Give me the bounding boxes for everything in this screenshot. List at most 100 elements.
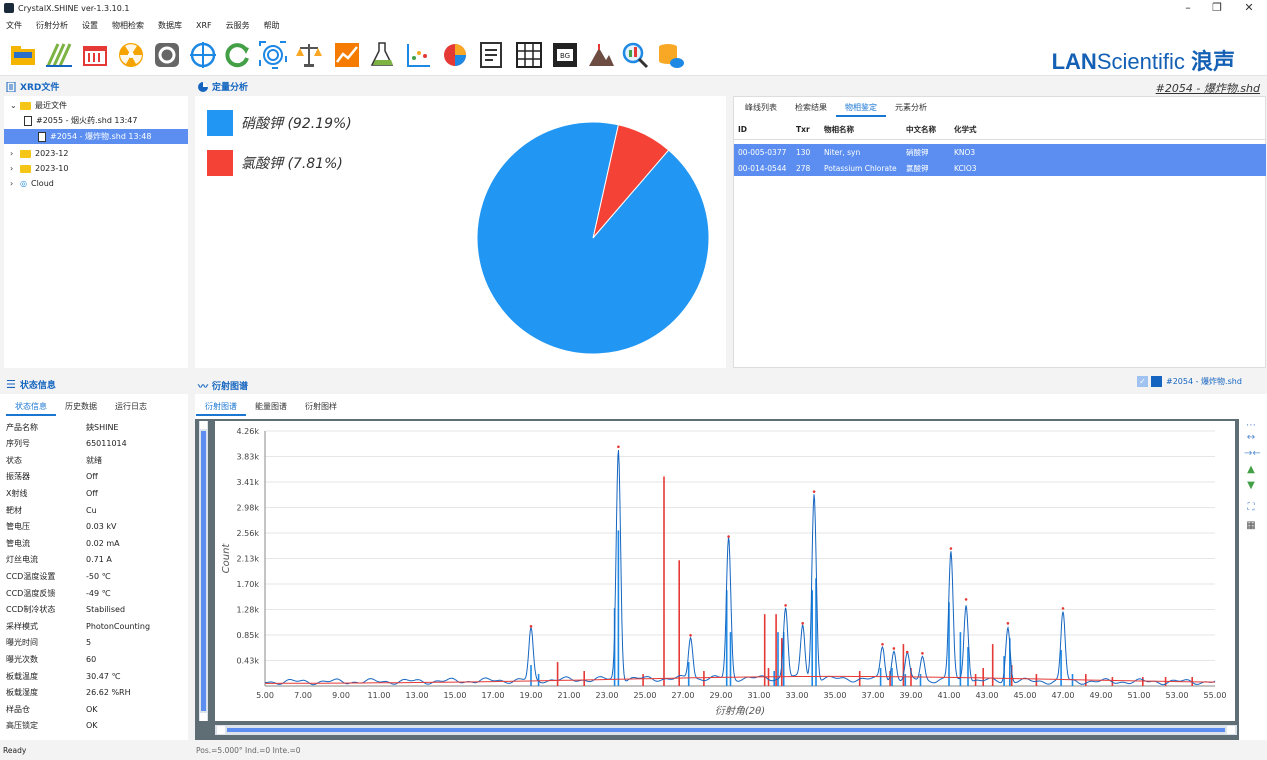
horizontal-scrollbar[interactable]: [215, 725, 1237, 735]
x-tick-label: 43.00: [976, 691, 999, 700]
gear-icon[interactable]: [152, 40, 182, 70]
x-tick-label: 51.00: [1128, 691, 1151, 700]
menu-settings[interactable]: 设置: [82, 20, 98, 31]
col-id[interactable]: ID: [734, 125, 792, 134]
tree-folder-2023-12[interactable]: › 2023-12: [10, 146, 186, 161]
peak-marker: [529, 625, 533, 628]
status-key: 样品仓: [6, 704, 30, 714]
y-tick-label: 2.13k: [237, 555, 260, 564]
status-value: PhotonCounting: [86, 621, 151, 631]
tab-diffraction-spectrum[interactable]: 衍射图谱: [196, 398, 246, 416]
scroll-handle-left[interactable]: [217, 726, 225, 734]
maximize-button[interactable]: ❐: [1204, 0, 1230, 16]
expand-x-icon[interactable]: ↔: [1244, 431, 1258, 445]
tab-energy-spectrum[interactable]: 能量图谱: [246, 398, 296, 416]
wave-icon: 〰: [198, 382, 208, 393]
status-value: 60: [86, 654, 97, 664]
tab-status-info[interactable]: 状态信息: [6, 398, 56, 416]
tab-search-results[interactable]: 检索结果: [786, 99, 836, 117]
refresh-icon[interactable]: [222, 40, 252, 70]
status-value: 26.62 %RH: [86, 688, 131, 698]
tree-folder-2023-10[interactable]: › 2023-10: [10, 161, 186, 176]
table-icon[interactable]: [514, 40, 544, 70]
status-key: 序列号: [6, 439, 30, 449]
menu-help[interactable]: 帮助: [264, 20, 280, 31]
status-value: -50 ℃: [86, 571, 111, 581]
scroll-handle-top[interactable]: [200, 421, 207, 429]
x-tick-label: 13.00: [406, 691, 429, 700]
minimize-button[interactable]: –: [1175, 0, 1201, 16]
tab-element-analysis[interactable]: 元素分析: [886, 99, 936, 117]
window-title: CrystalX.SHINE ver-1.3.10.1: [18, 3, 130, 13]
status-row: 靶材 Cu: [6, 502, 97, 518]
flask-icon[interactable]: [368, 40, 398, 70]
status-bar: Ready Pos.=5.000° Ind.=0 Inte.=0: [0, 742, 1267, 760]
ready-text: Ready: [3, 746, 27, 755]
tab-phase-identification[interactable]: 物相鉴定: [836, 99, 886, 117]
document-icon: [24, 115, 32, 126]
peak-marker: [1061, 607, 1065, 610]
bg-icon[interactable]: BG: [550, 40, 580, 70]
calendar-icon[interactable]: [80, 40, 110, 70]
shrink-x-icon[interactable]: →←: [1244, 447, 1261, 461]
x-tick-label: 47.00: [1052, 691, 1075, 700]
scroll-handle-bottom[interactable]: [200, 713, 207, 721]
line-chart-icon[interactable]: [332, 40, 362, 70]
status-value: 65011014: [86, 439, 127, 449]
database-cloud-icon[interactable]: [656, 40, 686, 70]
table-header: ID Txr 物相名称 中文名称 化学式: [734, 120, 1266, 140]
folder-icon: [20, 164, 31, 173]
quant-panel: 硝酸钾 (92.19%) 氯酸钾 (7.81%): [195, 96, 726, 368]
table-row[interactable]: 00-014-0544 278 Potassium Chlorate 氯酸钾 K…: [734, 160, 1266, 176]
tree-file-2054[interactable]: #2054 - 爆炸物.shd 13:48: [4, 129, 188, 144]
pie-icon[interactable]: [440, 40, 470, 70]
tree-recent-folder[interactable]: ⌄ 最近文件: [10, 98, 186, 113]
folder-icon: [20, 101, 31, 110]
folder-icon[interactable]: [8, 40, 38, 70]
x-tick-label: 53.00: [1166, 691, 1189, 700]
x-tick-label: 23.00: [596, 691, 619, 700]
col-txr[interactable]: Txr: [792, 125, 820, 134]
fingerprint-icon[interactable]: [258, 40, 288, 70]
vertical-scrollbar[interactable]: [199, 421, 208, 721]
magnifier-icon[interactable]: [620, 40, 650, 70]
fit-icon[interactable]: ⛶: [1244, 501, 1258, 515]
menu-diffraction[interactable]: 衍射分析: [36, 20, 68, 31]
tree-cloud[interactable]: › ◎ Cloud: [10, 176, 186, 191]
menu-cloud[interactable]: 云服务: [226, 20, 250, 31]
grid-toggle-icon[interactable]: ▦: [1244, 519, 1258, 533]
tab-history[interactable]: 历史数据: [56, 398, 106, 416]
balance-icon[interactable]: [294, 40, 324, 70]
tab-peak-list[interactable]: 峰线列表: [736, 99, 786, 117]
status-key: 振荡器: [6, 472, 30, 482]
grid-icon[interactable]: [44, 40, 74, 70]
scatter-icon[interactable]: [404, 40, 434, 70]
mountain-icon[interactable]: [586, 40, 616, 70]
table-row[interactable]: 00-005-0377 130 Niter, syn 硝酸钾 KNO3: [734, 144, 1266, 160]
tab-diffraction-pattern[interactable]: 衍射图样: [296, 398, 346, 416]
report-icon[interactable]: [476, 40, 506, 70]
status-key: CCD制冷状态: [6, 605, 56, 615]
menu-phase-search[interactable]: 物相检索: [112, 20, 144, 31]
scroll-track[interactable]: [201, 431, 206, 711]
tree-file-2055[interactable]: #2055 - 烟火药.shd 13:47: [24, 113, 184, 128]
scroll-handle-right[interactable]: [1227, 726, 1235, 734]
spectrum-legend[interactable]: ✓ #2054 - 爆炸物.shd: [1137, 376, 1242, 387]
result-tabs: 峰线列表 检索结果 物相鉴定 元素分析: [736, 99, 936, 117]
close-button[interactable]: ✕: [1236, 0, 1262, 16]
tab-run-log[interactable]: 运行日志: [106, 398, 156, 416]
scroll-track-h[interactable]: [227, 728, 1225, 732]
checkbox-icon[interactable]: ✓: [1137, 376, 1148, 387]
crosshair-icon[interactable]: [188, 40, 218, 70]
up-icon[interactable]: ▲: [1244, 463, 1258, 477]
col-phase-name[interactable]: 物相名称: [820, 124, 902, 135]
radiation-icon[interactable]: [116, 40, 146, 70]
menu-xrf[interactable]: XRF: [196, 21, 212, 30]
x-tick-label: 7.00: [294, 691, 312, 700]
down-icon[interactable]: ▼: [1244, 479, 1258, 493]
col-formula[interactable]: 化学式: [950, 124, 990, 135]
menu-file[interactable]: 文件: [6, 20, 22, 31]
col-cn-name[interactable]: 中文名称: [902, 124, 950, 135]
status-key: 灯丝电流: [6, 555, 38, 565]
menu-database[interactable]: 数据库: [158, 20, 182, 31]
